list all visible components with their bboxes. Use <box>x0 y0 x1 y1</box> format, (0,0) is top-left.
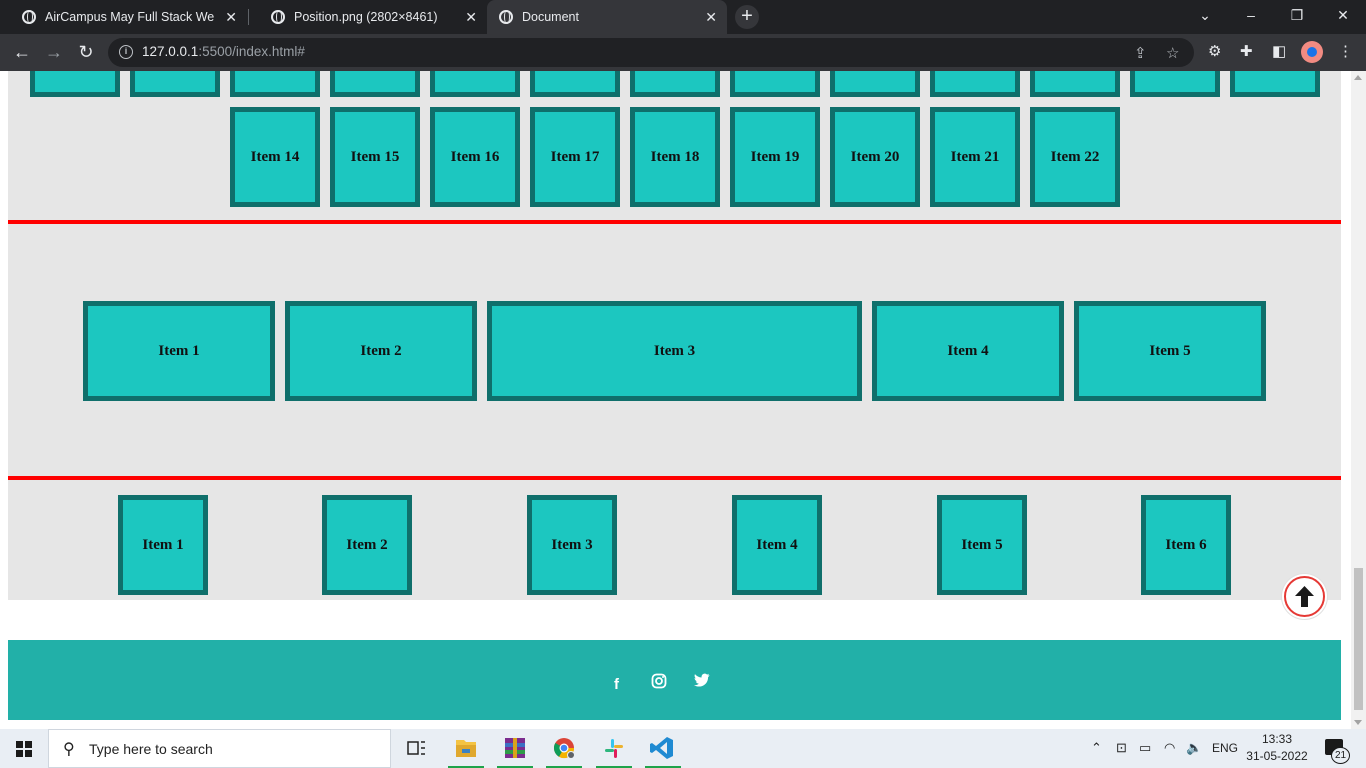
tab-document[interactable]: Document ✕ <box>487 0 727 34</box>
vertical-scrollbar[interactable] <box>1351 71 1366 729</box>
battery-icon[interactable]: ▭ <box>1139 740 1151 756</box>
scroll-up-arrow-icon[interactable] <box>1354 75 1362 80</box>
windows-taskbar: ⚲ Type here to search ⌃ ⊡ ▭ ◠ 🔈 ENG 13:3… <box>0 729 1366 768</box>
item-box: Item 2 <box>322 495 412 595</box>
item-box-partial <box>530 71 620 97</box>
bookmark-star-icon[interactable]: ☆ <box>1166 44 1179 62</box>
side-panel-icon[interactable]: ◧ <box>1272 42 1286 62</box>
facebook-icon[interactable]: f <box>614 676 619 693</box>
vscode-icon[interactable] <box>643 729 683 768</box>
task-view-icon[interactable] <box>396 729 436 768</box>
item-box: Item 4 <box>872 301 1064 401</box>
item-box: Item 18 <box>630 107 720 207</box>
browser-tab-strip: AirCampus May Full Stack Web D ✕ Positio… <box>0 0 1366 34</box>
item-box: Item 5 <box>937 495 1027 595</box>
url-text: 127.0.0.1:5500/index.html# <box>142 44 305 59</box>
instagram-icon[interactable] <box>651 673 667 693</box>
close-window-button[interactable]: ✕ <box>1320 0 1366 30</box>
tab-search-icon[interactable]: ⌄ <box>1182 0 1228 30</box>
item-box: Item 17 <box>530 107 620 207</box>
close-icon[interactable]: ✕ <box>225 9 237 25</box>
item-box: Item 22 <box>1030 107 1120 207</box>
item-box: Item 16 <box>430 107 520 207</box>
chevron-up-icon[interactable]: ⌃ <box>1091 740 1102 756</box>
extensions-puzzle-icon[interactable]: ✚ <box>1240 42 1253 62</box>
item-box: Item 4 <box>732 495 822 595</box>
wifi-icon[interactable]: ◠ <box>1164 740 1175 756</box>
item-box: Item 3 <box>527 495 617 595</box>
extension-gear-icon[interactable]: ⚙ <box>1208 42 1221 62</box>
item-box-partial <box>1130 71 1220 97</box>
item-box: Item 3 <box>487 301 862 401</box>
tab-title: Document <box>522 10 579 24</box>
item-box: Item 20 <box>830 107 920 207</box>
site-info-icon[interactable]: i <box>119 45 133 59</box>
item-box: Item 1 <box>118 495 208 595</box>
profile-avatar[interactable] <box>1301 41 1323 63</box>
item-box: Item 5 <box>1074 301 1266 401</box>
browser-toolbar: ← → ↻ i 127.0.0.1:5500/index.html# ⇪ ☆ ⚙… <box>0 34 1366 71</box>
twitter-icon[interactable] <box>694 673 710 691</box>
tab-title: Position.png (2802×8461) <box>294 10 438 24</box>
scrollbar-thumb[interactable] <box>1354 568 1363 710</box>
globe-icon <box>499 10 513 24</box>
meet-now-icon[interactable]: ⊡ <box>1116 740 1127 756</box>
item-box-partial <box>1030 71 1120 97</box>
notification-count-badge: 21 <box>1331 747 1350 764</box>
item-box: Item 2 <box>285 301 477 401</box>
menu-kebab-icon[interactable]: ⋮ <box>1338 42 1353 62</box>
item-box-partial <box>130 71 220 97</box>
reload-icon[interactable]: ↻ <box>74 40 98 64</box>
address-bar[interactable]: i 127.0.0.1:5500/index.html# ⇪ ☆ <box>108 38 1194 67</box>
close-icon[interactable]: ✕ <box>705 9 717 25</box>
back-icon[interactable]: ← <box>10 40 34 64</box>
windows-start-icon[interactable] <box>16 741 32 757</box>
item-box-partial <box>930 71 1020 97</box>
item-box-partial <box>230 71 320 97</box>
slack-icon[interactable] <box>594 729 634 768</box>
arrow-up-icon <box>1295 586 1314 607</box>
back-to-top-button[interactable] <box>1284 576 1325 617</box>
taskbar-search-box[interactable]: ⚲ Type here to search <box>48 729 391 768</box>
item-box-partial <box>330 71 420 97</box>
item-box: Item 19 <box>730 107 820 207</box>
restore-button[interactable]: ❐ <box>1274 0 1320 30</box>
close-icon[interactable]: ✕ <box>465 9 477 25</box>
clock-date: 31-05-2022 <box>1246 749 1308 763</box>
tab-title: AirCampus May Full Stack Web D <box>45 10 215 24</box>
search-placeholder: Type here to search <box>89 741 213 757</box>
item-box: Item 21 <box>930 107 1020 207</box>
tab-aircampus[interactable]: AirCampus May Full Stack Web D ✕ <box>0 0 247 34</box>
globe-icon <box>271 10 285 24</box>
item-box-partial <box>430 71 520 97</box>
item-box: Item 1 <box>83 301 275 401</box>
tab-position-png[interactable]: Position.png (2802×8461) ✕ <box>249 0 487 34</box>
item-box-partial <box>830 71 920 97</box>
item-box-partial <box>630 71 720 97</box>
footer: f <box>8 640 1341 720</box>
globe-icon <box>22 10 36 24</box>
item-box-partial <box>1230 71 1320 97</box>
forward-icon[interactable]: → <box>42 40 66 64</box>
system-clock[interactable]: 13:33 31-05-2022 <box>1246 731 1308 765</box>
item-box: Item 15 <box>330 107 420 207</box>
winrar-icon[interactable] <box>495 729 535 768</box>
search-icon: ⚲ <box>63 741 75 758</box>
clock-time: 13:33 <box>1261 732 1293 746</box>
page-viewport: Item 14 Item 15 Item 16 Item 17 Item 18 … <box>0 71 1351 729</box>
item-box-partial <box>730 71 820 97</box>
file-explorer-icon[interactable] <box>446 729 486 768</box>
chrome-icon[interactable] <box>544 729 584 768</box>
share-icon[interactable]: ⇪ <box>1134 44 1147 62</box>
minimize-button[interactable]: – <box>1228 0 1274 30</box>
new-tab-button[interactable]: + <box>735 5 759 29</box>
scroll-down-arrow-icon[interactable] <box>1354 720 1362 725</box>
item-box: Item 14 <box>230 107 320 207</box>
item-box-partial <box>30 71 120 97</box>
language-indicator[interactable]: ENG <box>1212 741 1238 755</box>
speaker-icon[interactable]: 🔈 <box>1186 740 1202 756</box>
item-box: Item 6 <box>1141 495 1231 595</box>
